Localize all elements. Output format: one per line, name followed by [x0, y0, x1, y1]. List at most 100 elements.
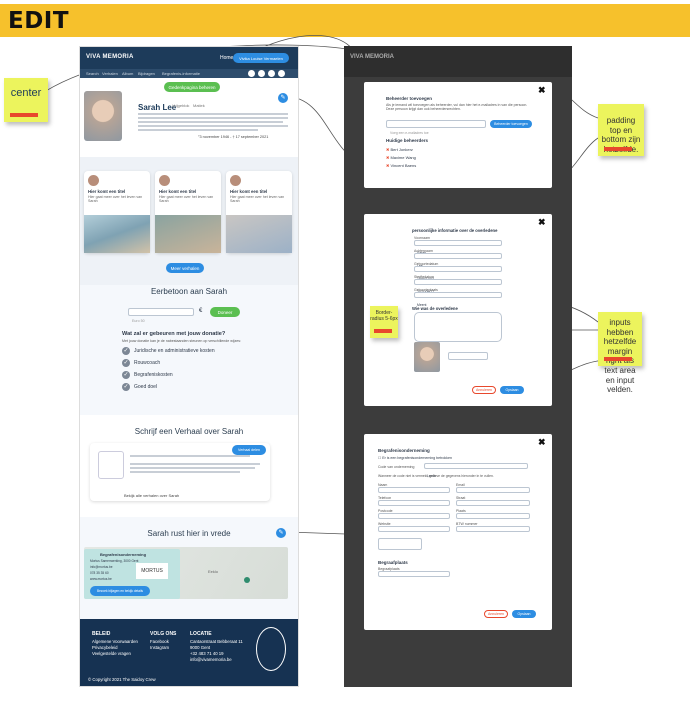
write-story-title: Schrijf een Verhaal over Sarah — [134, 427, 244, 436]
photo-upload-input[interactable] — [448, 352, 488, 360]
chat-icon[interactable] — [278, 70, 285, 77]
name-input[interactable] — [378, 487, 450, 493]
footer-link[interactable]: Facebook — [150, 639, 169, 644]
footer-link[interactable]: Privacybeleid — [92, 645, 118, 650]
lastname-input[interactable]: Lee — [414, 253, 502, 268]
postcode-input[interactable] — [378, 513, 450, 519]
menu-album[interactable]: Album — [122, 71, 133, 76]
donation-item: Begrafeniskosten — [134, 372, 173, 378]
code-select[interactable]: Leeds — [424, 463, 528, 478]
birthdate-input[interactable]: 1946/11/03 — [414, 266, 502, 281]
admin-modal: ✖ Beheerder toevoegen Als je iemand wil … — [364, 82, 552, 188]
story-card[interactable]: Hier komt een titel Hier gaat meer over … — [155, 171, 221, 253]
note-border-radius: Border-radius 5-6px — [370, 306, 398, 338]
facebook-icon[interactable] — [258, 70, 265, 77]
menu-begrafenis[interactable]: Begrafenis-informatie — [162, 71, 200, 76]
story-card[interactable]: Hier komt een titel Hier gaat meer over … — [84, 171, 150, 253]
profile-photo-thumb — [414, 342, 440, 372]
profile-dates: °3 november 1946 - † 17 september 2021 — [198, 135, 269, 139]
manage-page-label: Gedenkpagina beheren — [168, 84, 216, 90]
footer-col2-title: VOLG ONS — [150, 631, 177, 637]
story-card[interactable]: Hier komt een titel Hier gaat meer over … — [226, 171, 292, 253]
save-button[interactable]: Opslaan — [500, 386, 524, 394]
nav-home-link[interactable]: Home — [220, 55, 233, 61]
vat-input[interactable] — [456, 526, 530, 532]
funeral-details-label: Bezoek bijlagen en bekijk details — [96, 589, 144, 593]
profile-photo — [84, 91, 122, 141]
edit-profile-icon[interactable]: ✎ — [278, 93, 288, 103]
funeral-modal-title: Begrafenisonderneming — [378, 448, 430, 453]
dim-logo: VIVA MEMORIA — [350, 54, 395, 60]
edit-funeral-icon[interactable]: ✎ — [276, 528, 286, 538]
story-textarea[interactable] — [414, 312, 502, 342]
birthplace-input[interactable]: Meent — [414, 292, 502, 307]
share-story-button[interactable]: Verhaal delen — [232, 445, 266, 455]
cemetery-select[interactable] — [378, 571, 450, 577]
admin-item[interactable]: ✖ Maxime Wang — [386, 155, 416, 160]
menu-search[interactable]: Search — [86, 71, 99, 76]
close-icon[interactable]: ✖ — [538, 437, 546, 448]
top-nav: VIVA MEMORIA Home Vivika Louise Vermaele… — [80, 47, 298, 69]
add-admin-label: Beheerder toevoegen — [494, 122, 528, 126]
tribute-title: Eerbetoon aan Sarah — [150, 287, 228, 296]
deathdate-input[interactable]: 2021/09/17 — [414, 279, 502, 294]
funeral-line: info@mortus.be — [90, 565, 113, 569]
note-center: center — [4, 78, 48, 122]
story-title: Hier komt een titel — [230, 189, 268, 194]
donation-item: Goed doel — [134, 384, 158, 390]
footer-link[interactable]: Algemene Voorwaarden — [92, 639, 138, 644]
note-center-text: center — [10, 87, 42, 99]
close-icon[interactable]: ✖ — [538, 217, 546, 228]
save-button[interactable]: Opslaan — [512, 610, 536, 618]
personal-info-title: persoonlijke informatie over de overlede… — [412, 228, 498, 233]
write-story-card: Verhaal delen — [90, 443, 270, 501]
donation-item: Juridische en administratieve kosten — [134, 348, 215, 354]
dim-nav: VIVA MEMORIA — [344, 46, 572, 77]
bio-line — [138, 117, 288, 119]
story-text: Hier gaat meer over het leven van Sarah — [159, 195, 214, 203]
donate-button[interactable]: Doneer — [210, 307, 240, 317]
save-label: Opslaan — [505, 388, 519, 392]
admin-item[interactable]: ✖ Vincent Baens — [386, 163, 416, 168]
funeral-details-button[interactable]: Bezoek bijlagen en bekijk details — [90, 586, 150, 596]
cancel-button[interactable]: Annuleren — [484, 610, 508, 618]
user-menu[interactable]: Vivika Louise Vermaelen — [233, 53, 289, 63]
admin-email-input[interactable]: Voeg een e-mailadres toe — [386, 120, 486, 135]
donation-item: Rouwcoach — [134, 360, 161, 366]
email-input[interactable] — [456, 487, 530, 493]
street-input[interactable] — [456, 500, 530, 506]
phone-input[interactable] — [378, 500, 450, 506]
firstname-input[interactable]: Sarah — [414, 240, 502, 255]
photo-upload-placeholder[interactable] — [98, 451, 124, 479]
mail-icon[interactable] — [268, 70, 275, 77]
bio-line — [138, 129, 258, 131]
footer-line: info@vivamemoria.be — [190, 657, 232, 662]
admin-item[interactable]: ✖ Bert Jonkerz — [386, 147, 413, 152]
close-icon[interactable]: ✖ — [538, 85, 546, 96]
footer-link[interactable]: Veelgestelde vragen — [92, 651, 131, 656]
share-icon[interactable] — [248, 70, 255, 77]
donation-amount-input[interactable]: Euro 50 — [128, 308, 194, 323]
menu-bijdragen[interactable]: Bijdragen — [138, 71, 155, 76]
footer-link[interactable]: Instagram — [150, 645, 169, 650]
funeral-card-title: Begrafenisonderneming — [100, 552, 147, 557]
profile-tag-1: Vrijgeblok — [172, 103, 190, 108]
more-stories-button[interactable]: Meer verhalen — [166, 263, 204, 273]
manage-page-button[interactable]: Gedenkpagina beheren — [164, 82, 220, 92]
page-preview: VIVA MEMORIA Home Vivika Louise Vermaele… — [79, 46, 299, 687]
cancel-button[interactable]: Annuleren — [472, 386, 496, 394]
donation-placeholder: Euro 50 — [132, 319, 145, 323]
menu-verhalen[interactable]: Verhalen — [102, 71, 118, 76]
map-label: Eeklo — [208, 569, 219, 574]
website-input[interactable] — [378, 526, 450, 532]
logo-upload-input[interactable] — [378, 538, 422, 550]
site-logo[interactable]: VIVA MEMORIA — [86, 54, 134, 60]
modal-preview-panel: VIVA MEMORIA ✖ Beheerder toevoegen Als j… — [344, 46, 572, 687]
funeral-checkbox[interactable]: ☐ Er is een begrafenisonderneming betrok… — [378, 456, 452, 460]
add-admin-button[interactable]: Beheerder toevoegen — [490, 120, 532, 128]
footer-col1-title: BELEID — [92, 631, 111, 637]
footer-line: Cantaorstraat Bebberaat 11 — [190, 639, 243, 644]
city-input[interactable] — [456, 513, 530, 519]
all-stories-link[interactable]: Bekijk alle verhalen over Sarah — [124, 493, 179, 498]
admin-name: Vincent Baens — [390, 163, 417, 168]
